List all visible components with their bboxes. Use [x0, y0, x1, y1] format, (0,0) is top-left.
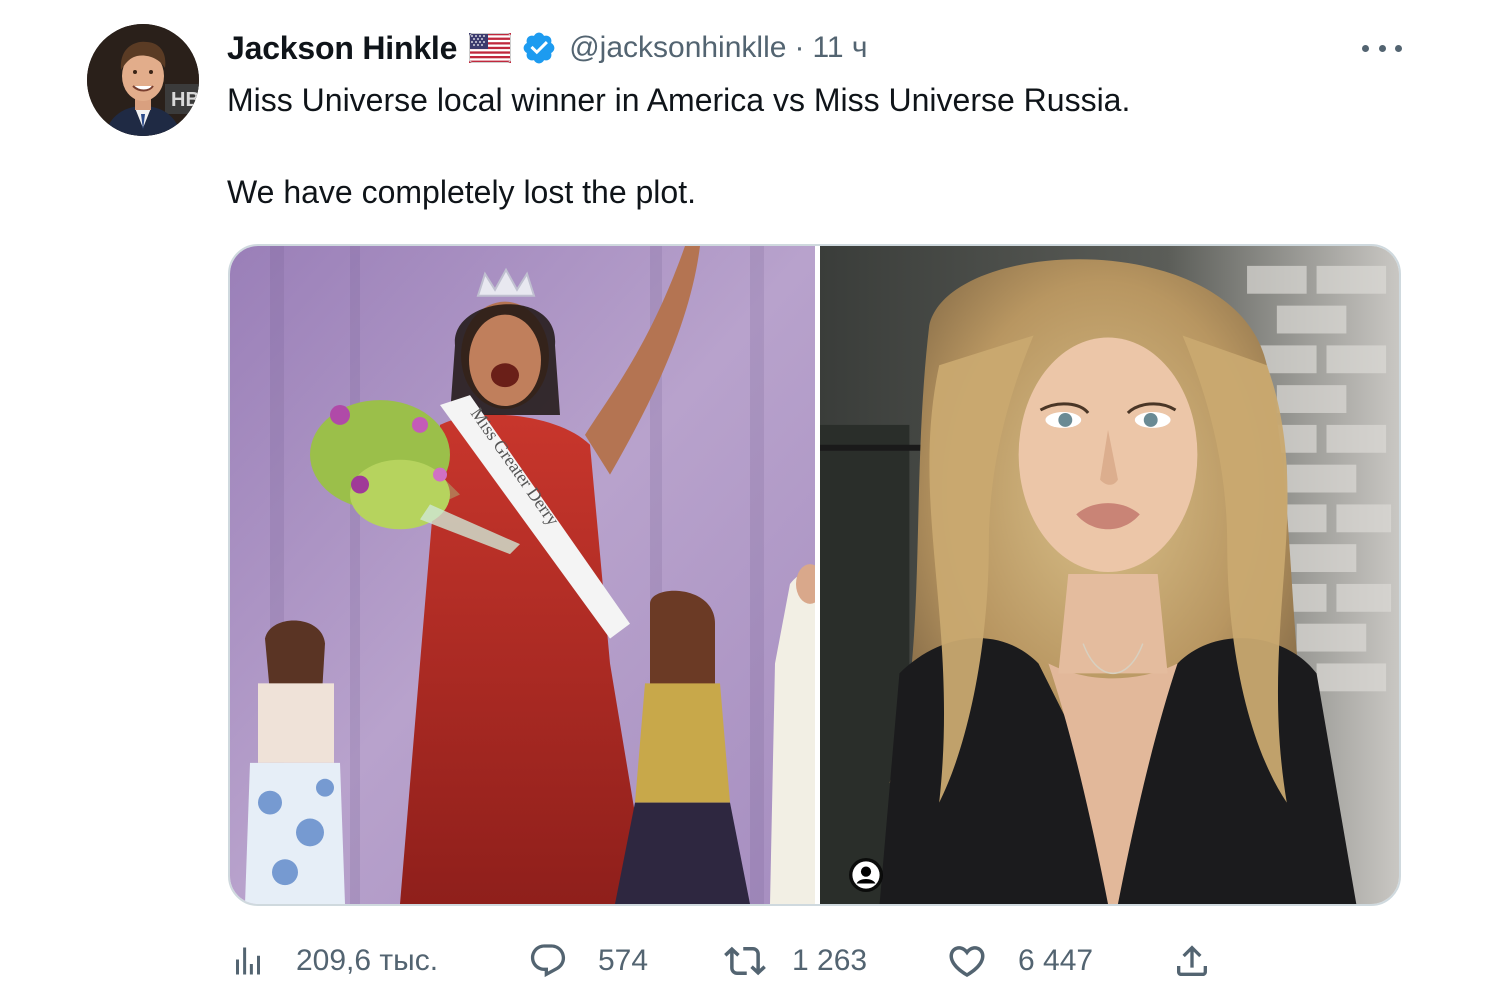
like-button[interactable]: 6 447 — [946, 936, 1093, 986]
more-dot-icon — [1395, 44, 1402, 52]
like-count: 6 447 — [1018, 944, 1094, 977]
retweet-icon — [724, 946, 766, 976]
analytics-icon — [236, 947, 260, 975]
views-count: 209,6 тыс. — [296, 944, 439, 977]
views-button[interactable]: 209,6 тыс. — [230, 936, 438, 986]
share-button[interactable] — [1172, 936, 1212, 986]
more-dot-icon — [1362, 44, 1369, 52]
author-handle[interactable]: @jacksonhinklle — [569, 31, 786, 65]
media-photo-left[interactable]: Miss Greater Derry — [230, 246, 815, 904]
tweet-actions: 209,6 тыс. 574 1 263 6 447 — [228, 936, 1228, 986]
tweet-header: Jackson Hinkle @jacksonhinklle · 11 ч — [227, 26, 868, 70]
retweet-count: 1 263 — [792, 944, 868, 977]
tweet-media: Miss Greater Derry — [228, 244, 1401, 906]
separator-dot: · — [794, 31, 805, 64]
pageant-photo: Miss Greater Derry — [230, 246, 815, 904]
retweet-button[interactable]: 1 263 — [724, 936, 867, 986]
media-photo-right[interactable] — [820, 246, 1399, 904]
person-icon — [852, 861, 880, 889]
tweet-text-line: We have completely lost the plot. — [227, 174, 696, 210]
avatar-image: HB — [87, 24, 199, 136]
reply-icon — [530, 944, 566, 978]
more-dot-icon — [1378, 44, 1386, 52]
verified-badge-icon[interactable] — [521, 30, 557, 66]
avatar[interactable]: HB — [87, 24, 199, 136]
tweet-text-line: Miss Universe local winner in America vs… — [227, 82, 1131, 118]
svg-text:HB: HB — [171, 89, 199, 111]
more-options-button[interactable] — [1362, 34, 1402, 62]
us-flag-icon — [469, 33, 512, 63]
author-name[interactable]: Jackson Hinkle — [227, 30, 457, 67]
share-icon — [1177, 945, 1207, 976]
reply-count: 574 — [598, 944, 649, 977]
tweet: HB Jackson Hinkle @jacksonhinklle · 11 ч… — [0, 0, 1500, 1000]
heart-icon — [949, 946, 985, 978]
portrait-photo — [820, 246, 1399, 904]
person-tag-badge[interactable] — [849, 858, 883, 892]
reply-button[interactable]: 574 — [528, 936, 648, 986]
tweet-text: Miss Universe local winner in America vs… — [227, 78, 1407, 214]
tweet-time[interactable]: 11 ч — [812, 31, 867, 65]
